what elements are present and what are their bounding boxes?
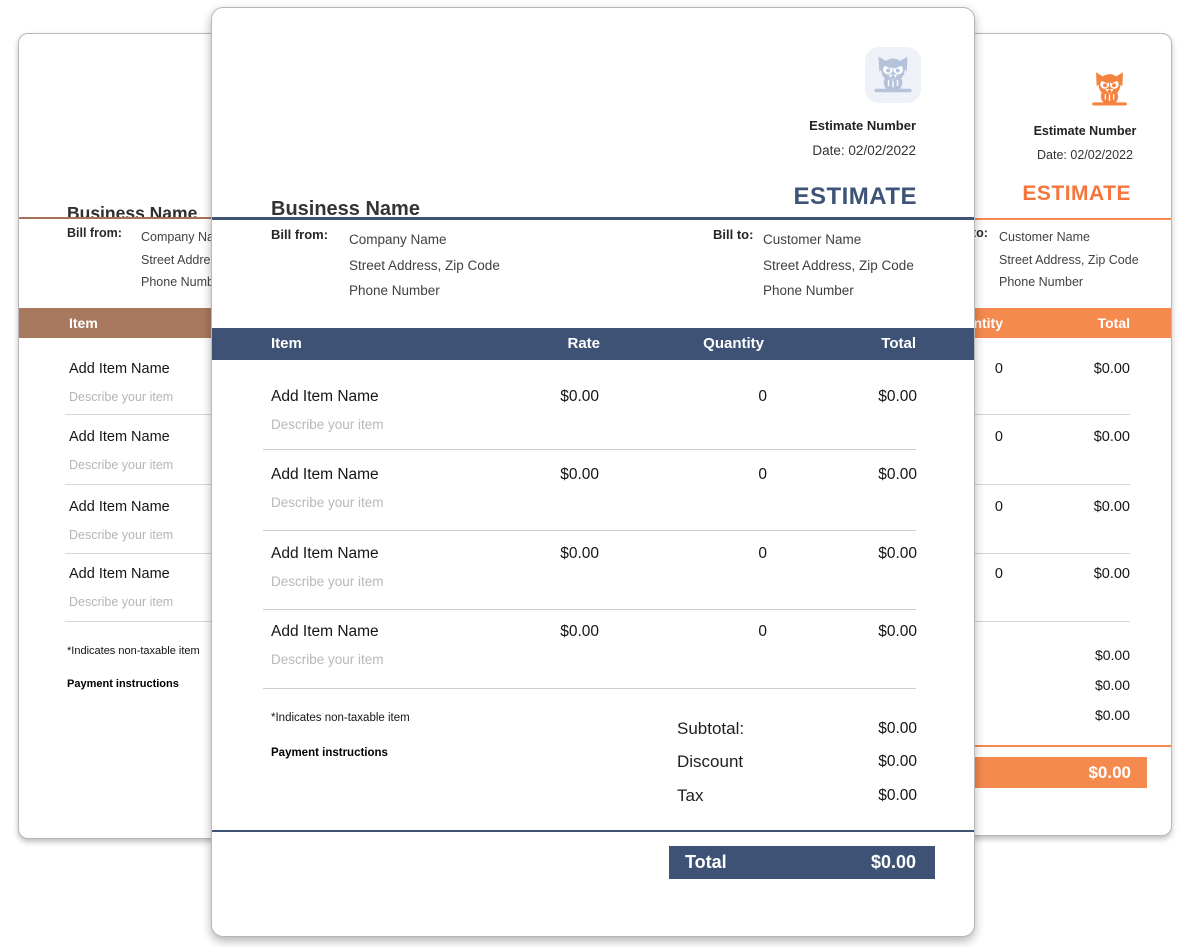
- logo-box: [865, 47, 921, 103]
- discount-label: Discount: [677, 752, 743, 772]
- item-rate: $0.00: [560, 545, 599, 563]
- bill-from-line: Company Name: [349, 227, 500, 253]
- item-description: Describe your item: [271, 574, 384, 589]
- bill-to-line: Phone Number: [999, 271, 1139, 294]
- item-quantity: 0: [758, 466, 767, 484]
- item-total: $0.00: [878, 545, 917, 563]
- bill-to-line: Street Address, Zip Code: [999, 249, 1139, 272]
- item-total: $0.00: [1094, 361, 1130, 377]
- item-name: Add Item Name: [271, 388, 379, 406]
- header-divider: [212, 217, 974, 220]
- tax-label: Tax: [677, 786, 703, 806]
- item-description: Describe your item: [69, 595, 173, 609]
- item-total: $0.00: [1094, 566, 1130, 582]
- item-description: Describe your item: [69, 390, 173, 404]
- bill-to-line: Customer Name: [763, 227, 914, 253]
- bill-to-block: Customer Name Street Address, Zip Code P…: [999, 226, 1139, 294]
- item-total: $0.00: [1094, 429, 1130, 445]
- document-title: ESTIMATE: [1022, 182, 1131, 206]
- item-quantity: 0: [995, 361, 1003, 377]
- non-taxable-footnote: *Indicates non-taxable item: [67, 645, 200, 657]
- estimate-date: Date: 02/02/2022: [812, 143, 916, 158]
- estimate-number-label: Estimate Number: [1005, 124, 1165, 138]
- business-name: Business Name: [67, 203, 197, 224]
- column-header-item: Item: [271, 328, 302, 360]
- bill-from-label: Bill from:: [67, 226, 122, 240]
- bill-to-line: Customer Name: [999, 226, 1139, 249]
- total-label: Total: [669, 846, 727, 879]
- row-separator: [263, 530, 916, 531]
- logo-box: [1086, 66, 1133, 113]
- item-name: Add Item Name: [69, 429, 170, 445]
- item-total: $0.00: [878, 623, 917, 641]
- item-description: Describe your item: [271, 652, 384, 667]
- total-value: $0.00: [871, 846, 935, 879]
- item-quantity: 0: [995, 429, 1003, 445]
- discount-value: $0.00: [1095, 677, 1130, 693]
- item-rate: $0.00: [560, 466, 599, 484]
- bill-to-line: Street Address, Zip Code: [763, 253, 914, 279]
- item-quantity: 0: [758, 623, 767, 641]
- total-value: $0.00: [1088, 763, 1147, 782]
- bill-to-label: Bill to:: [713, 227, 753, 242]
- column-header-item: Item: [69, 308, 98, 338]
- estimate-date: Date: 02/02/2022: [1005, 148, 1165, 162]
- item-name: Add Item Name: [271, 623, 379, 641]
- item-rate: $0.00: [560, 388, 599, 406]
- item-quantity: 0: [995, 499, 1003, 515]
- bill-to-line: Phone Number: [763, 278, 914, 304]
- non-taxable-footnote: *Indicates non-taxable item: [271, 712, 410, 724]
- estimate-number-label: Estimate Number: [809, 118, 916, 133]
- subtotal-value: $0.00: [878, 720, 917, 738]
- item-quantity: 0: [758, 388, 767, 406]
- payment-instructions-label: Payment instructions: [67, 678, 179, 690]
- tax-value: $0.00: [1095, 707, 1130, 723]
- column-header-quantity: Quantity: [703, 328, 764, 360]
- item-total: $0.00: [878, 388, 917, 406]
- discount-value: $0.00: [878, 753, 917, 771]
- column-header-total: Total: [881, 328, 916, 360]
- column-header-total: Total: [1098, 308, 1130, 338]
- document-title: ESTIMATE: [793, 183, 917, 211]
- total-divider: [212, 830, 974, 832]
- item-total: $0.00: [878, 466, 917, 484]
- row-separator: [263, 609, 916, 610]
- subtotal-value: $0.00: [1095, 647, 1130, 663]
- total-bar: Total $0.00: [669, 846, 935, 879]
- item-total: $0.00: [1094, 499, 1130, 515]
- item-description: Describe your item: [69, 528, 173, 542]
- owl-logo-icon: [871, 53, 915, 97]
- payment-instructions-label: Payment instructions: [271, 747, 388, 759]
- item-quantity: 0: [995, 566, 1003, 582]
- row-separator: [263, 688, 916, 689]
- item-name: Add Item Name: [69, 499, 170, 515]
- item-name: Add Item Name: [271, 545, 379, 563]
- table-header-row: Item Rate Quantity Total: [212, 328, 974, 360]
- item-description: Describe your item: [271, 417, 384, 432]
- row-separator: [263, 449, 916, 450]
- tax-value: $0.00: [878, 787, 917, 805]
- item-name: Add Item Name: [271, 466, 379, 484]
- item-name: Add Item Name: [69, 361, 170, 377]
- bill-from-line: Phone Number: [349, 278, 500, 304]
- subtotal-label: Subtotal:: [677, 719, 744, 739]
- column-header-rate: Rate: [567, 328, 600, 360]
- item-description: Describe your item: [271, 495, 384, 510]
- item-quantity: 0: [758, 545, 767, 563]
- item-name: Add Item Name: [69, 566, 170, 582]
- bill-to-block: Customer Name Street Address, Zip Code P…: [763, 227, 914, 304]
- bill-from-block: Company Name Street Address, Zip Code Ph…: [349, 227, 500, 304]
- item-rate: $0.00: [560, 623, 599, 641]
- item-description: Describe your item: [69, 458, 173, 472]
- estimate-template-card-navy[interactable]: Estimate Number Date: 02/02/2022 Busines…: [211, 7, 975, 937]
- owl-logo-icon: [1089, 69, 1130, 110]
- bill-from-line: Street Address, Zip Code: [349, 253, 500, 279]
- bill-from-label: Bill from:: [271, 227, 328, 242]
